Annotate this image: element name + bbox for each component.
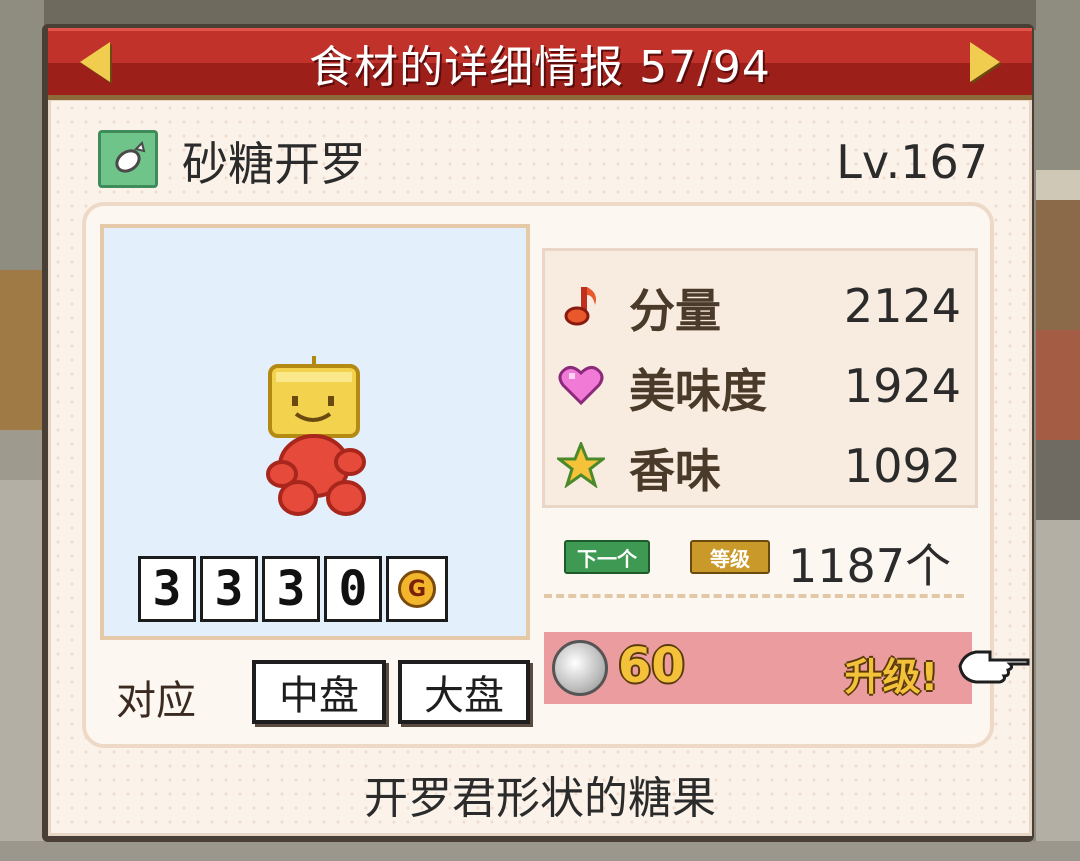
stat-value: 1924 (843, 359, 961, 413)
dish-medium-plate: 中盘 (252, 660, 386, 724)
divider (544, 594, 964, 598)
previous-arrow-icon[interactable] (80, 42, 110, 82)
title-bar: 食材的详细情报 57/94 (48, 28, 1032, 100)
next-level-count: 1187个 (788, 539, 952, 593)
stats-panel: 分量 2124 美味度 1924 香味 1092 (542, 248, 978, 508)
heart-icon (557, 361, 605, 409)
currency-symbol: G (398, 570, 436, 608)
stat-value: 1092 (843, 439, 961, 493)
ingredient-level: Lv.167 (836, 135, 988, 189)
upgrade-label: 升级! (844, 655, 938, 699)
price-digit: 3 (138, 556, 196, 622)
stat-value: 2124 (843, 279, 961, 333)
next-level-row: 下一个 等级 1187个 (560, 530, 970, 593)
dialog-title: 食材的详细情报 57/94 (309, 42, 771, 93)
background-left (0, 0, 44, 861)
price-digit: 3 (262, 556, 320, 622)
silver-coin-icon (552, 640, 608, 696)
price-digit: 0 (324, 556, 382, 622)
ingredient-name: 砂糖开罗 (182, 137, 366, 191)
candy-icon (98, 130, 158, 188)
stat-row-volume: 分量 2124 (545, 269, 975, 339)
sell-price: 3 3 3 0 G (138, 556, 448, 622)
next-arrow-icon[interactable] (970, 42, 1000, 82)
star-icon (557, 441, 605, 489)
price-digit: 3 (200, 556, 258, 622)
upgrade-button[interactable]: 60 升级! (544, 632, 972, 704)
stat-label: 香味 (629, 444, 721, 498)
level-tag: 等级 (690, 540, 770, 574)
pointing-hand-icon (956, 646, 1030, 688)
gold-coin-icon: G (386, 556, 448, 622)
background-bottom (0, 841, 1080, 861)
dish-large-plate: 大盘 (398, 660, 530, 724)
upgrade-cost: 60 (618, 638, 685, 694)
stat-row-aroma: 香味 1092 (545, 429, 975, 499)
kairo-candy-figure (266, 356, 366, 516)
stat-label: 分量 (629, 284, 721, 338)
next-tag: 下一个 (564, 540, 650, 574)
stat-row-taste: 美味度 1924 (545, 349, 975, 419)
stat-label: 美味度 (629, 364, 767, 418)
ingredient-description: 开罗君形状的糖果 (364, 773, 716, 824)
dish-compat-label: 对应 (116, 678, 196, 724)
music-note-icon (557, 281, 605, 329)
background-right (1036, 0, 1080, 861)
